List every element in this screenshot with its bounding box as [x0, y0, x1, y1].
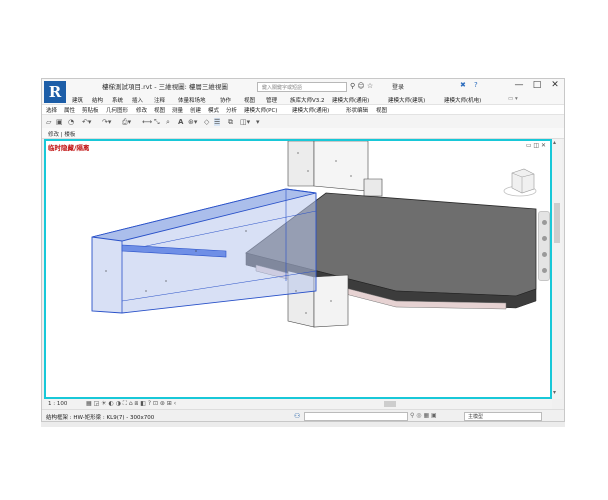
column-upper-front — [287, 141, 315, 187]
window-title: 樓梯測試項目.rvt - 三維視圖: 樓層三維視圖 — [102, 83, 228, 91]
tab-insert[interactable]: 插入 — [132, 96, 143, 104]
title-toolbar-icons: ⚲ ☺ ☆ — [350, 82, 373, 90]
worksharing-icon[interactable]: ⚇ — [294, 412, 300, 420]
tab-annotate[interactable]: 注释 — [154, 96, 165, 104]
panel-modeling-general[interactable]: 建模大师(通用) — [292, 106, 329, 114]
tab-structure[interactable]: 结构 — [92, 96, 103, 104]
minimize-icon[interactable]: — — [512, 80, 526, 90]
user-icon[interactable]: ☺ — [357, 82, 364, 90]
login-button[interactable]: 登录 — [392, 82, 404, 91]
3d-view-icon[interactable]: ⊛▾ — [188, 118, 197, 126]
scroll-up-icon[interactable]: ▴ — [553, 139, 556, 146]
zoom-icon[interactable] — [542, 236, 547, 241]
tab-family-master[interactable]: 族库大师V3.2 — [290, 96, 325, 104]
tab-manage[interactable]: 管理 — [266, 96, 277, 104]
panel-shape-edit[interactable]: 形状编辑 — [346, 106, 368, 114]
horizontal-scroll-thumb[interactable] — [384, 401, 396, 407]
panel-modify[interactable]: 修改 — [136, 106, 147, 114]
panel-mode[interactable]: 模式 — [208, 106, 219, 114]
panel-modeling-pc[interactable]: 建模大师(PC) — [244, 106, 277, 114]
tab-massing[interactable]: 体量和场地 — [178, 96, 206, 104]
open-icon[interactable]: ▱ — [46, 118, 51, 126]
panel-select[interactable]: 选择 — [46, 106, 57, 114]
status-selection-text: 结构框架 : HW-矩形梁 : KL9(7) - 300x700 — [46, 415, 155, 421]
close-icon[interactable]: ✕ — [548, 80, 562, 90]
view-control-icons[interactable]: ▦ ◲ ☀ ◐ ◑ ⛶ ⌂ ⧈ ◧ ? ⊡ ⊛ ⊞ ‹ — [86, 400, 176, 408]
panel-analyze[interactable]: 分析 — [226, 106, 237, 114]
panel-properties[interactable]: 属性 — [64, 106, 75, 114]
column-upper-side — [313, 141, 369, 192]
pan-icon[interactable] — [542, 252, 547, 257]
panel-measure[interactable]: 测量 — [172, 106, 183, 114]
tab-modeling-master-mep[interactable]: 建模大师(机电) — [444, 96, 481, 104]
panel-view[interactable]: 视图 — [154, 106, 165, 114]
search-icon[interactable]: ⚲ — [350, 82, 355, 90]
view-control-bar: 1 : 100 ▦ ◲ ☀ ◐ ◑ ⛶ ⌂ ⧈ ◧ ? ⊡ ⊛ ⊞ ‹ — [44, 399, 552, 409]
tab-architecture[interactable]: 建筑 — [72, 96, 83, 104]
section-icon[interactable]: ◇ — [204, 118, 209, 126]
revit-window: 樓梯測試項目.rvt - 三維視圖: 樓層三維視圖 鍵入關鍵字或短語 ⚲ ☺ ☆… — [41, 78, 565, 422]
quick-access-toolbar: ▱ ▣ ◔ ↶▾ ↷▾ ⎙▾ ⟷ ⤡ ⌕ A ⊛▾ ◇ ☰ ⧉ ◫▾ ▾ — [42, 115, 564, 129]
status-bar-icons[interactable]: ⚲ ◎ ▦ ▣ — [410, 412, 437, 419]
context-strip: 修改 | 楼板 — [42, 128, 564, 139]
status-combo[interactable] — [304, 412, 408, 421]
thin-lines-icon[interactable]: ☰ — [214, 118, 221, 126]
modify-context-label: 修改 | 楼板 — [48, 132, 76, 138]
model-scene — [91, 141, 537, 328]
print-icon[interactable]: ⎙▾ — [122, 118, 131, 127]
status-bar: 结构框架 : HW-矩形梁 : KL9(7) - 300x700 ⚇ ⚲ ◎ ▦… — [42, 409, 564, 421]
text-icon[interactable]: A — [178, 118, 183, 126]
panel-view-2[interactable]: 视图 — [376, 106, 387, 114]
tag-icon[interactable]: ⌕ — [166, 118, 170, 127]
tab-systems[interactable]: 系统 — [112, 96, 123, 104]
switch-windows-icon[interactable]: ◫▾ — [240, 118, 250, 126]
title-bar: 樓梯測試項目.rvt - 三維視圖: 樓層三維視圖 鍵入關鍵字或短語 ⚲ ☺ ☆… — [42, 79, 564, 96]
star-icon[interactable]: ☆ — [367, 82, 373, 90]
taskbar-peek — [41, 422, 565, 427]
panel-create[interactable]: 创建 — [190, 106, 201, 114]
tab-modeling-master-general[interactable]: 建模大师(通用) — [332, 96, 369, 104]
vertical-scroll-thumb[interactable] — [554, 203, 560, 243]
revit-logo-icon[interactable]: R — [44, 81, 66, 103]
maximize-icon[interactable]: □ — [530, 80, 544, 90]
help-icon[interactable]: ? — [474, 81, 478, 89]
column-cap — [363, 178, 383, 197]
3d-viewport[interactable]: 临时隐藏/隔离 ▭ ◫ ✕ — [44, 139, 552, 399]
steering-wheel-icon[interactable] — [542, 220, 547, 225]
close-views-icon[interactable]: ⧉ — [228, 118, 233, 127]
sync-icon[interactable]: ◔ — [68, 118, 74, 126]
redo-icon[interactable]: ↷▾ — [102, 118, 111, 126]
search-input[interactable]: 鍵入關鍵字或短語 — [257, 82, 347, 92]
panel-clipboard[interactable]: 剪贴板 — [82, 106, 99, 114]
save-icon[interactable]: ▣ — [56, 118, 63, 126]
ribbon-tabs: 建筑 结构 系统 插入 注释 体量和场地 协作 视图 管理 族库大师V3.2 建… — [42, 95, 564, 104]
navigation-bar-icon[interactable] — [538, 211, 550, 281]
vertical-scrollbar[interactable]: ▴ ▾ — [552, 139, 562, 399]
tab-modeling-master-arch[interactable]: 建模大师(建筑) — [388, 96, 425, 104]
exchange-icon[interactable]: ✖ — [460, 81, 466, 89]
undo-icon[interactable]: ↶▾ — [82, 118, 91, 126]
temporary-hide-isolate-label: 临时隐藏/隔离 — [48, 144, 90, 152]
view-window-controls[interactable]: ▭ ◫ ✕ — [526, 142, 546, 149]
orbit-icon[interactable] — [542, 268, 547, 273]
ribbon-options-icon[interactable]: ▭ ▾ — [508, 96, 518, 102]
tab-view[interactable]: 视图 — [244, 96, 255, 104]
view-scale[interactable]: 1 : 100 — [48, 401, 67, 407]
ribbon-panel-strip: 选择 属性 剪贴板 几何图形 修改 视图 测量 创建 模式 分析 建模大师(PC… — [42, 104, 564, 115]
viewcube-icon[interactable] — [503, 168, 537, 197]
scroll-down-icon[interactable]: ▾ — [553, 389, 556, 396]
customize-qat-icon[interactable]: ▾ — [256, 118, 260, 126]
dimension-icon[interactable]: ⤡ — [154, 118, 160, 127]
tab-collaborate[interactable]: 协作 — [220, 96, 231, 104]
panel-geometry[interactable]: 几何图形 — [106, 106, 128, 114]
measure-icon[interactable]: ⟷ — [142, 118, 152, 126]
model-select[interactable]: 主模型 — [464, 412, 542, 421]
